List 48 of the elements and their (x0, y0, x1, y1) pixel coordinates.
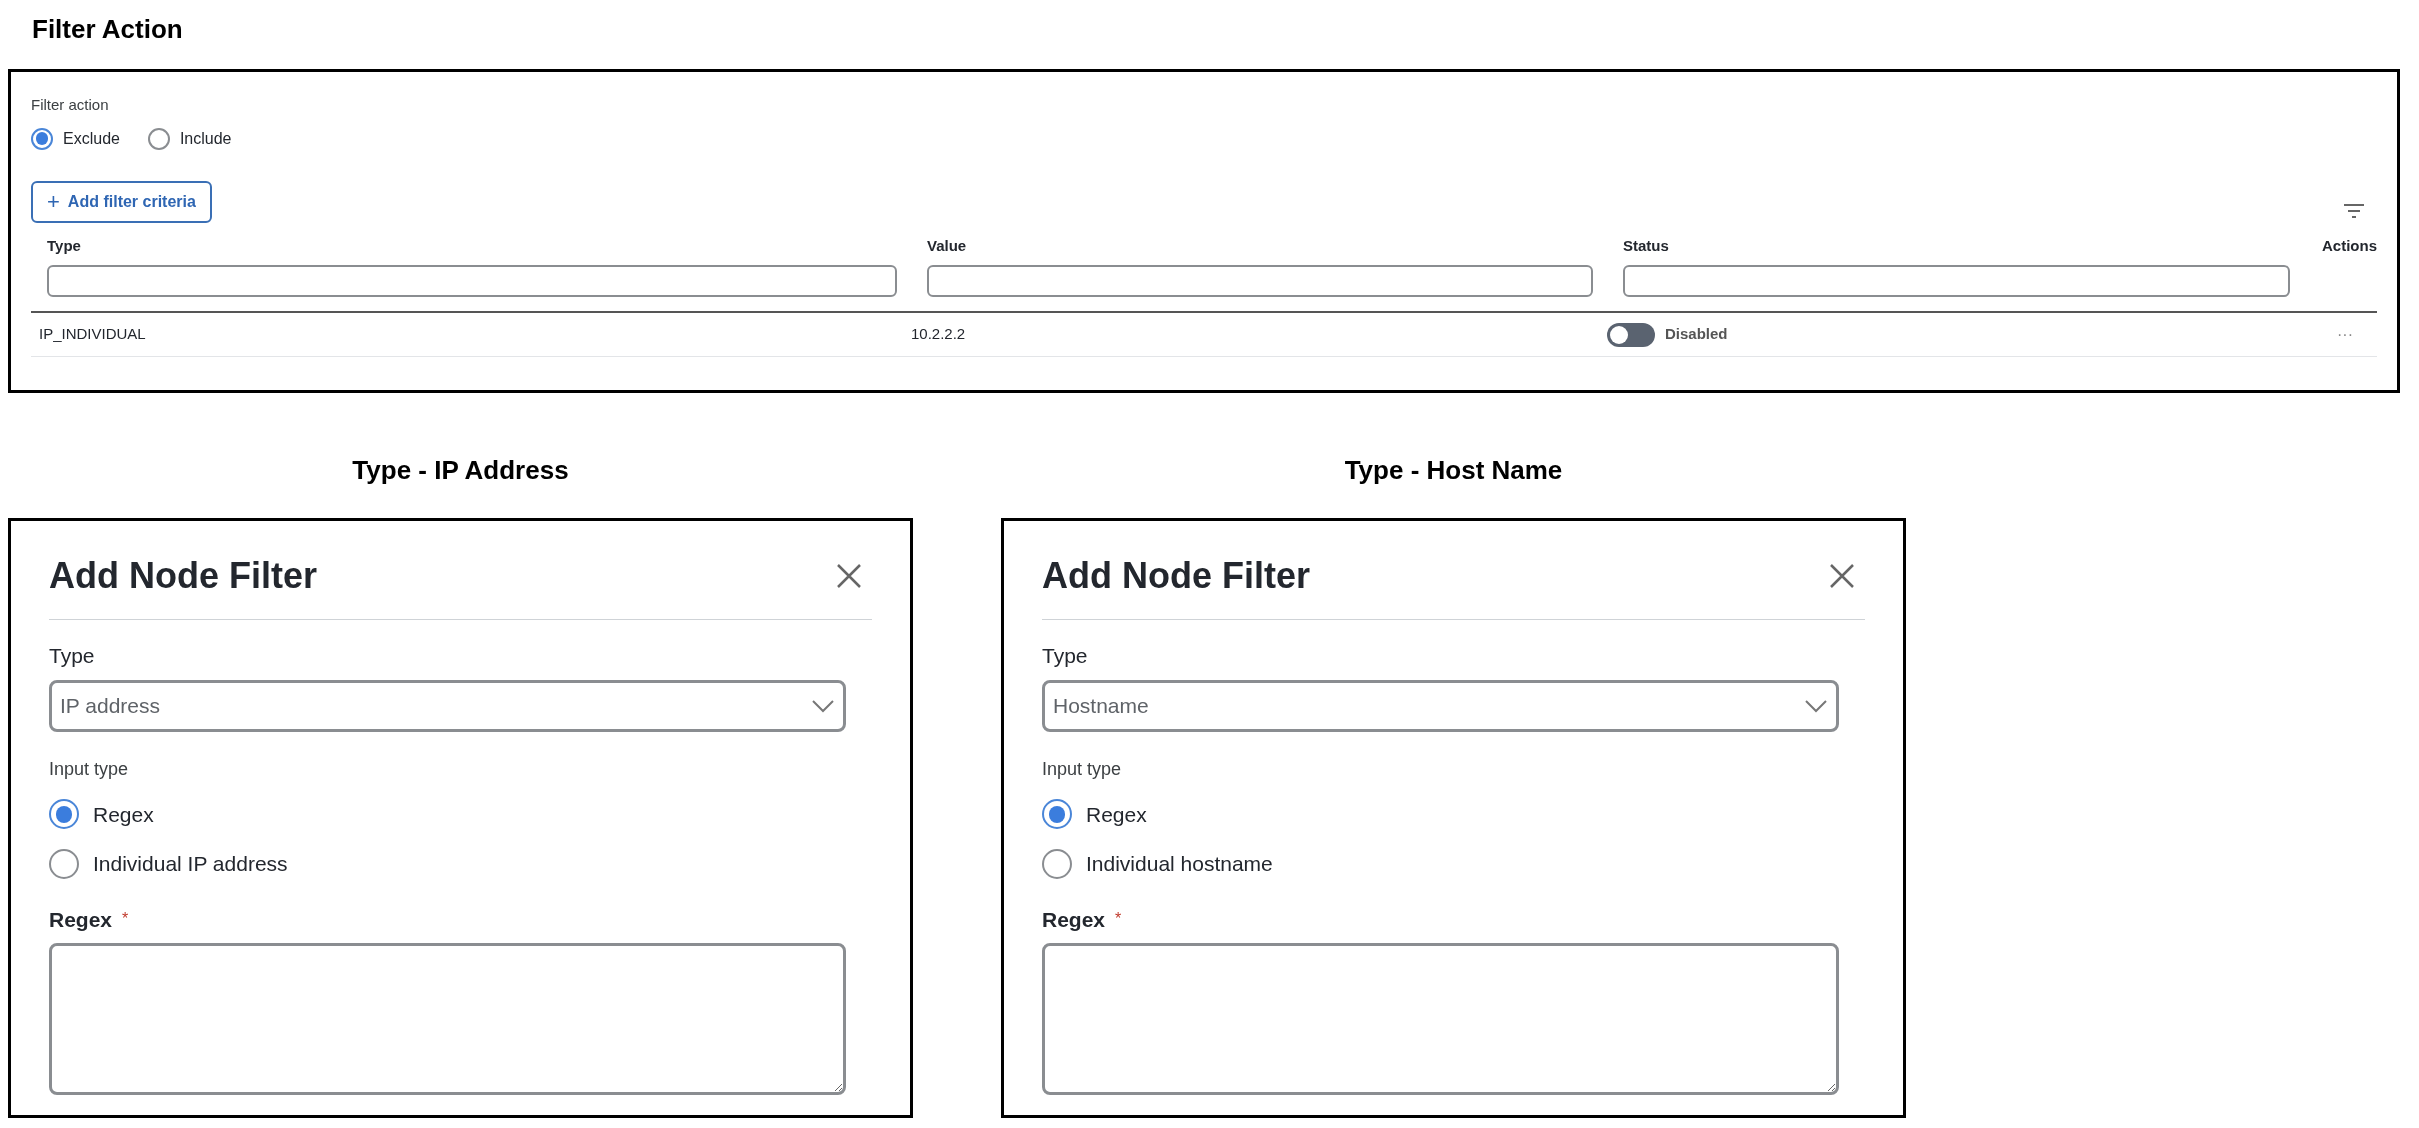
required-mark: * (122, 909, 129, 930)
type-select[interactable]: Hostname (1042, 679, 1839, 732)
actions-menu[interactable]: ··· (2337, 322, 2353, 347)
radio-button[interactable] (31, 127, 53, 150)
group-label: Filter action (31, 95, 110, 115)
dialog-title: Add Node Filter (1042, 554, 1310, 598)
radio-label: Individual IP address (93, 851, 288, 877)
regex-field[interactable] (1042, 943, 1839, 1095)
radio-button[interactable] (49, 848, 79, 879)
field-label: Input type (49, 757, 130, 781)
field-label: Type (49, 643, 96, 669)
column-filter-field[interactable] (927, 265, 1593, 297)
type-select[interactable]: IP address (49, 679, 846, 732)
column-header: Status (1623, 235, 1670, 256)
field-label: Regex (1042, 906, 1106, 933)
section-caption: Type - Host Name (1344, 454, 1563, 487)
chevron-down-icon (811, 698, 835, 713)
radio-label: Include (179, 128, 232, 149)
status-label: Disabled (1665, 324, 1728, 345)
radio-button[interactable] (147, 127, 170, 150)
field-label: Regex (49, 906, 113, 933)
column-header: Type (47, 235, 82, 256)
radio-button[interactable] (1042, 848, 1072, 879)
radio-button[interactable] (1042, 799, 1072, 830)
close-icon[interactable] (836, 563, 862, 589)
required-mark: * (1115, 909, 1122, 930)
filter-icon[interactable] (2343, 202, 2365, 219)
status-toggle[interactable] (1607, 322, 1655, 347)
chevron-down-icon (1804, 698, 1828, 713)
column-filter-field[interactable] (47, 265, 897, 297)
field-label: Type (1042, 643, 1089, 669)
field-label: Input type (1042, 757, 1123, 781)
close-icon[interactable] (1829, 563, 1855, 589)
add-filter-button[interactable]: + Add filter criteria (31, 180, 212, 223)
column-header: Actions (2322, 235, 2377, 256)
radio-button[interactable] (49, 799, 79, 830)
radio-label: Regex (1086, 801, 1147, 828)
regex-field[interactable] (49, 943, 846, 1095)
section-caption: Type - IP Address (352, 454, 569, 487)
radio-label: Individual hostname (1086, 851, 1273, 877)
table-cell-text: IP_INDIVIDUAL (39, 324, 147, 345)
column-header: Value (927, 235, 968, 256)
radio-label: Regex (93, 801, 154, 828)
dialog-title: Add Node Filter (49, 554, 317, 598)
table-cell-text: 10.2.2.2 (911, 324, 967, 345)
column-filter-field[interactable] (1623, 265, 2290, 297)
page-title: Filter Action (32, 13, 184, 46)
radio-label: Exclude (63, 128, 120, 149)
